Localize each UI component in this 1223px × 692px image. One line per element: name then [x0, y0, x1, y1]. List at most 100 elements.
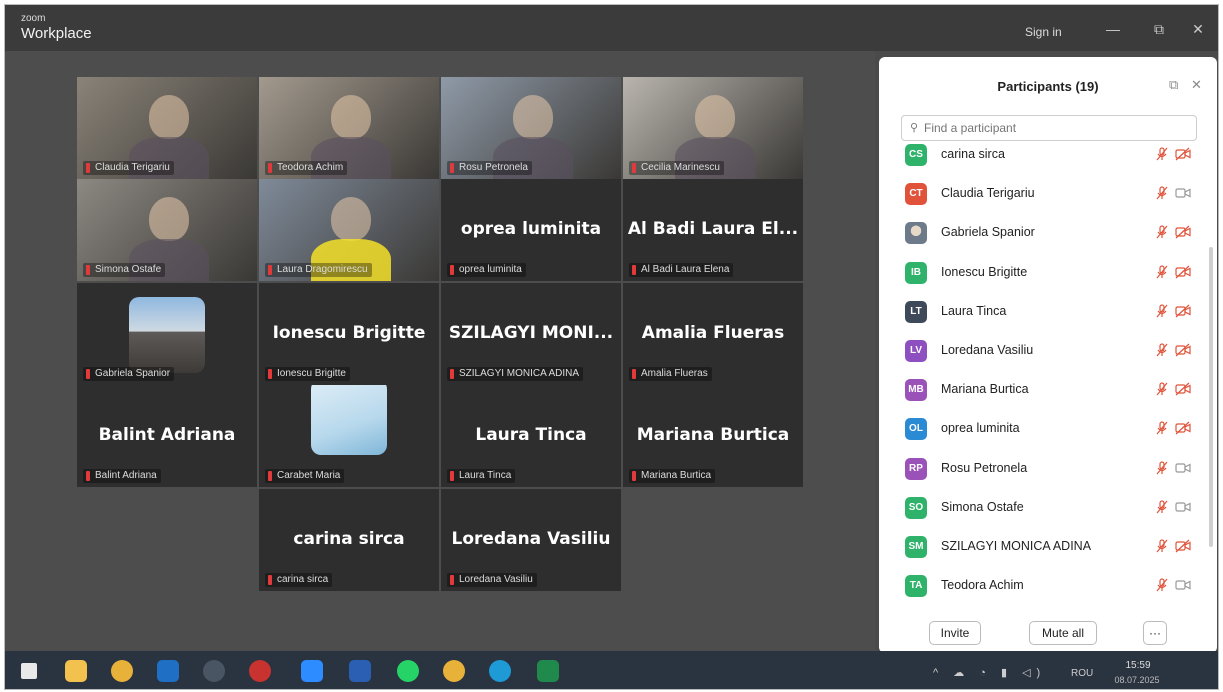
- restore-button[interactable]: ⧉: [1149, 21, 1169, 38]
- participant-row[interactable]: OL oprea luminita: [879, 411, 1217, 447]
- scrollbar[interactable]: [1209, 247, 1213, 547]
- video-tile[interactable]: Balint Adriana Balint Adriana: [77, 385, 257, 487]
- muted-mic-icon[interactable]: [1155, 539, 1169, 553]
- muted-mic-icon[interactable]: [1155, 382, 1169, 396]
- zoom-icon[interactable]: [301, 660, 323, 682]
- video-tile[interactable]: carina sirca carina sirca: [259, 489, 439, 591]
- edge-icon[interactable]: [489, 660, 511, 682]
- muted-mic-icon[interactable]: [1155, 225, 1169, 239]
- chrome-icon[interactable]: [111, 660, 133, 682]
- invite-button[interactable]: Invite: [929, 621, 981, 645]
- participant-row[interactable]: CT Claudia Terigariu: [879, 176, 1217, 212]
- muted-name-label: Rosu Petronela: [447, 161, 532, 175]
- participant-row[interactable]: SM SZILAGYI MONICA ADINA: [879, 529, 1217, 565]
- chrome-2-icon[interactable]: [443, 660, 465, 682]
- muted-mic-icon[interactable]: [1155, 421, 1169, 435]
- search-icon: ⚲: [910, 122, 919, 134]
- participant-avatar: IB: [905, 261, 927, 284]
- search-input[interactable]: [924, 119, 1184, 137]
- muted-mic-icon[interactable]: [1155, 304, 1169, 318]
- participant-name: Claudia Terigariu: [941, 186, 1035, 201]
- more-options-button[interactable]: ···: [1143, 621, 1167, 645]
- video-off-icon[interactable]: [1175, 225, 1191, 239]
- video-tile[interactable]: oprea luminita oprea luminita: [441, 179, 621, 281]
- participant-row[interactable]: CS carina sirca: [879, 141, 1217, 173]
- person-silhouette: [149, 95, 189, 139]
- excel-icon[interactable]: [537, 660, 559, 682]
- minimize-button[interactable]: —: [1103, 21, 1123, 37]
- participant-row[interactable]: IB Ionescu Brigitte: [879, 255, 1217, 291]
- muted-mic-icon[interactable]: [1155, 147, 1169, 161]
- clock-date[interactable]: 08.07.2025: [1109, 675, 1165, 685]
- video-tile[interactable]: SZILAGYI MONI... SZILAGYI MONICA ADINA: [441, 283, 621, 385]
- muted-name-label: Loredana Vasiliu: [447, 573, 537, 587]
- participant-row[interactable]: RP Rosu Petronela: [879, 451, 1217, 487]
- video-off-icon[interactable]: [1175, 539, 1191, 553]
- participant-name: Laura Tinca: [941, 303, 1007, 318]
- video-tile[interactable]: Al Badi Laura El... Al Badi Laura Elena: [623, 179, 803, 281]
- muted-mic-icon[interactable]: [1155, 500, 1169, 514]
- video-tile[interactable]: Claudia Terigariu: [77, 77, 257, 179]
- person-silhouette: [695, 95, 735, 139]
- video-off-icon[interactable]: [1175, 382, 1191, 396]
- video-tile[interactable]: Amalia Flueras Amalia Flueras: [623, 283, 803, 385]
- video-on-icon[interactable]: [1175, 500, 1191, 514]
- video-on-icon[interactable]: [1175, 186, 1191, 200]
- participant-search[interactable]: ⚲: [901, 115, 1197, 141]
- video-off-icon[interactable]: [1175, 421, 1191, 435]
- participant-row[interactable]: LT Laura Tinca: [879, 294, 1217, 330]
- video-tile[interactable]: Laura Tinca Laura Tinca: [441, 385, 621, 487]
- close-icon[interactable]: ✕: [1191, 77, 1202, 93]
- muted-mic-icon[interactable]: [1155, 186, 1169, 200]
- participant-avatar: MB: [905, 379, 927, 402]
- participant-row[interactable]: Gabriela Spanior: [879, 215, 1217, 251]
- muted-name-label: Claudia Terigariu: [83, 161, 174, 175]
- video-tile[interactable]: Laura Dragomirescu: [259, 179, 439, 281]
- participant-row[interactable]: MB Mariana Burtica: [879, 372, 1217, 408]
- close-window-button[interactable]: ✕: [1188, 21, 1208, 38]
- clock-time[interactable]: 15:59: [1113, 660, 1163, 671]
- muted-name-label: Cecilia Marinescu: [629, 161, 724, 175]
- video-tile[interactable]: Simona Ostafe: [77, 179, 257, 281]
- outlook-icon[interactable]: [157, 660, 179, 682]
- word-icon[interactable]: [349, 660, 371, 682]
- video-on-icon[interactable]: [1175, 461, 1191, 475]
- mute-all-button[interactable]: Mute all: [1029, 621, 1097, 645]
- video-tile[interactable]: Teodora Achim: [259, 77, 439, 179]
- video-tile[interactable]: Rosu Petronela: [441, 77, 621, 179]
- system-tray-icons[interactable]: ^ ☁ ◔ ▮ ◁): [933, 666, 1046, 679]
- video-tile[interactable]: Mariana Burtica Mariana Burtica: [623, 385, 803, 487]
- video-on-icon[interactable]: [1175, 578, 1191, 592]
- video-tile[interactable]: Carabet Maria: [259, 385, 439, 487]
- whatsapp-icon[interactable]: [397, 660, 419, 682]
- video-tile[interactable]: Ionescu Brigitte Ionescu Brigitte: [259, 283, 439, 385]
- video-off-icon[interactable]: [1175, 265, 1191, 279]
- muted-name-label: Simona Ostafe: [83, 263, 166, 277]
- video-tile[interactable]: Loredana Vasiliu Loredana Vasiliu: [441, 489, 621, 591]
- participants-panel: Participants (19) ⧉ ✕ ⚲ CS carina sirca CT…: [879, 57, 1217, 653]
- video-off-icon[interactable]: [1175, 147, 1191, 161]
- participant-row[interactable]: LV Loredana Vasiliu: [879, 333, 1217, 369]
- windows-start-icon[interactable]: [21, 663, 37, 679]
- video-off-icon[interactable]: [1175, 304, 1191, 318]
- workplace-title: Workplace: [21, 25, 92, 42]
- language-indicator[interactable]: ROU: [1071, 668, 1093, 679]
- video-tile[interactable]: Gabriela Spanior: [77, 283, 257, 385]
- muted-mic-icon[interactable]: [1155, 578, 1169, 592]
- person-silhouette: [331, 197, 371, 241]
- muted-mic-icon[interactable]: [1155, 460, 1169, 475]
- video-off-icon[interactable]: [1175, 343, 1191, 357]
- antivirus-icon[interactable]: [249, 660, 271, 682]
- participant-row[interactable]: TA Teodora Achim: [879, 568, 1217, 597]
- video-tile[interactable]: Cecilia Marinescu: [623, 77, 803, 179]
- file-explorer-icon[interactable]: [65, 660, 87, 682]
- participant-name: Rosu Petronela: [941, 460, 1028, 475]
- participant-row[interactable]: SO Simona Ostafe: [879, 490, 1217, 526]
- muted-name-label: Teodora Achim: [265, 161, 348, 175]
- app-c-icon[interactable]: [203, 660, 225, 682]
- popout-icon[interactable]: ⧉: [1169, 77, 1178, 93]
- muted-mic-icon[interactable]: [1155, 343, 1169, 357]
- person-silhouette: [513, 95, 553, 139]
- sign-in-link[interactable]: Sign in: [1025, 25, 1062, 39]
- muted-mic-icon[interactable]: [1155, 264, 1169, 279]
